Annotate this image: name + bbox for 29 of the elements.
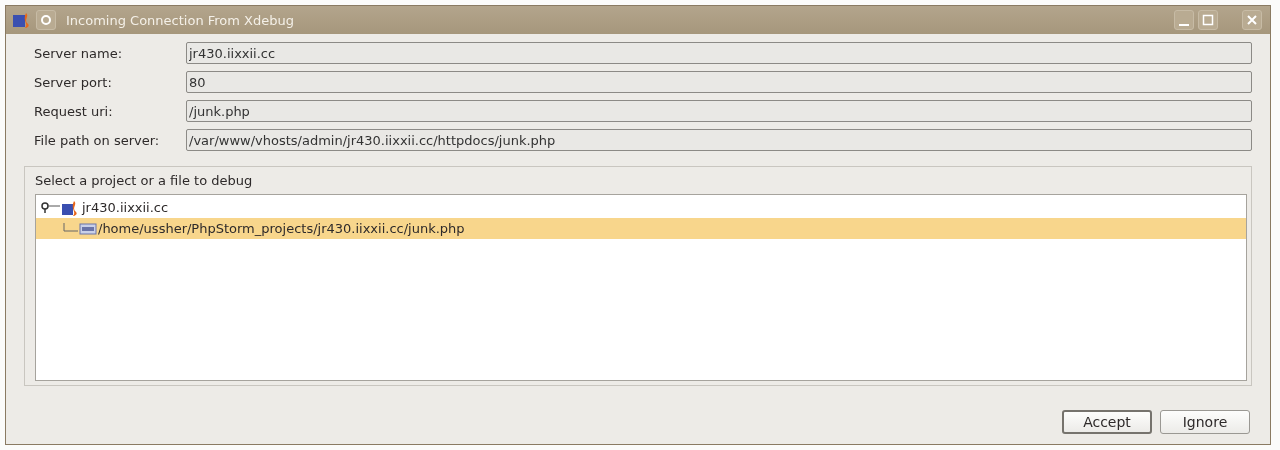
- field-label: Server port:: [34, 74, 113, 90]
- tree-connector-icon: [62, 222, 78, 235]
- text-field[interactable]: 80: [186, 71, 1252, 93]
- tree-item-label: jr430.iixxii.cc: [82, 200, 169, 215]
- expand-handle-icon[interactable]: [40, 200, 60, 215]
- text-field[interactable]: /var/www/vhosts/admin/jr430.iixxii.cc/httpdocs/junk.php: [186, 129, 1252, 151]
- tree-view[interactable]: jr430.iixxii.cc /home/ussher/PhpStorm_projects/jr430.iixxii.cc/junk.php: [35, 194, 1247, 381]
- tree-row[interactable]: /home/ussher/PhpStorm_projects/jr430.iixxii.cc/junk.php: [36, 218, 1246, 239]
- window-title: Incoming Connection From Xdebug: [66, 12, 294, 28]
- minimize-button[interactable]: [1174, 10, 1194, 30]
- circle-icon: [40, 14, 52, 26]
- tree-row[interactable]: jr430.iixxii.cc: [36, 197, 1246, 218]
- text-field[interactable]: /junk.php: [186, 100, 1252, 122]
- dialog-button[interactable]: Ignore: [1160, 410, 1250, 434]
- close-button[interactable]: [1242, 10, 1262, 30]
- php-logo-icon: [12, 11, 32, 29]
- close-icon: [1246, 14, 1258, 26]
- field-label: Server name:: [34, 45, 123, 61]
- minimize-icon: [1179, 24, 1189, 26]
- tree-item-label: /home/ussher/PhpStorm_projects/jr430.iixxii.cc/junk.php: [98, 221, 465, 236]
- group-title: Select a project or a file to debug: [35, 173, 254, 188]
- dialog-button[interactable]: Accept: [1062, 410, 1152, 434]
- text-field[interactable]: jr430.iixxii.cc: [186, 42, 1252, 64]
- field-label: File path on server:: [34, 132, 161, 148]
- php-file-icon: [79, 221, 97, 236]
- field-label: Request uri:: [34, 103, 114, 119]
- maximize-button[interactable]: [1198, 10, 1218, 30]
- window-menu-button[interactable]: [36, 10, 56, 30]
- maximize-icon: [1202, 14, 1214, 26]
